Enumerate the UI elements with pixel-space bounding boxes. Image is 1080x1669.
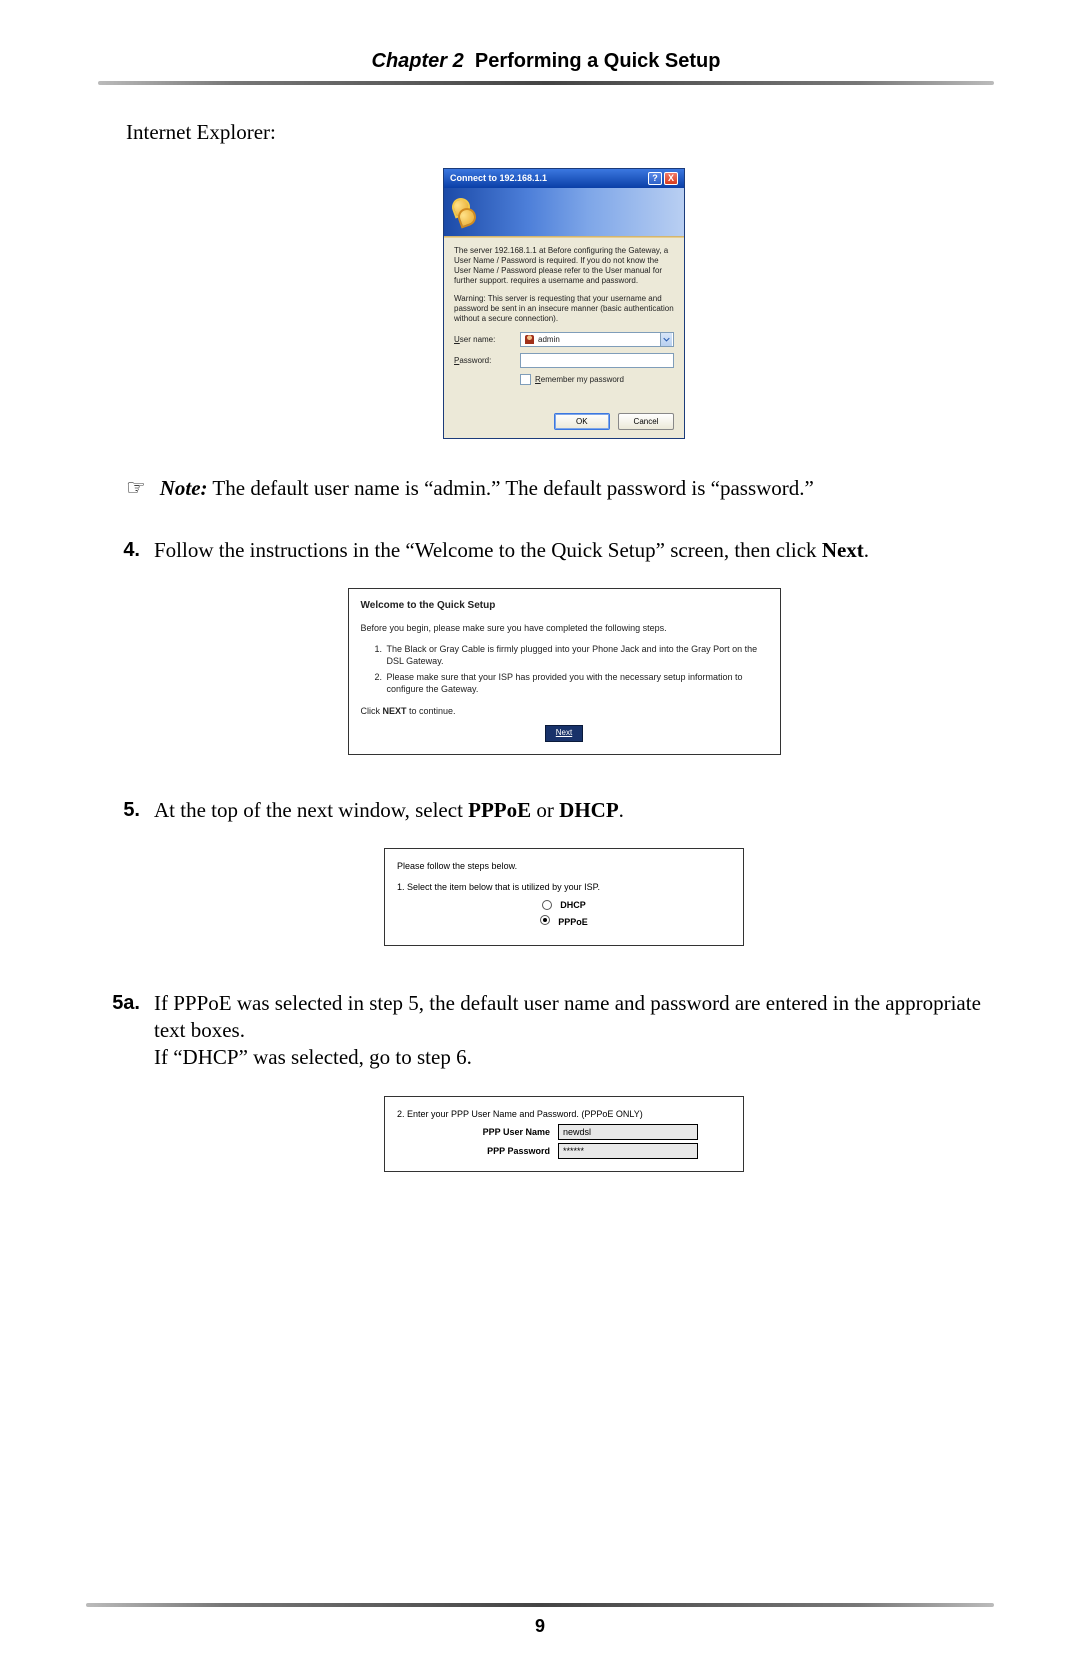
- close-icon[interactable]: X: [664, 172, 678, 185]
- auth-dialog: Connect to 192.168.1.1 ? X The server 19…: [443, 168, 685, 439]
- password-label: Password:: [454, 356, 520, 366]
- chapter-title: Performing a Quick Setup: [475, 50, 721, 72]
- radio-pppoe-row[interactable]: PPPoE: [397, 915, 731, 929]
- ppp-password-label: PPP Password: [430, 1144, 550, 1158]
- page-header: Chapter 2 Performing a Quick Setup: [98, 50, 994, 73]
- auth-message-2: Warning: This server is requesting that …: [454, 294, 674, 324]
- step-5a-text: If PPPoE was selected in step 5, the def…: [154, 990, 994, 1072]
- chevron-down-icon[interactable]: [660, 333, 672, 346]
- person-icon: [525, 335, 534, 344]
- ppp-heading: 2. Enter your PPP User Name and Password…: [397, 1107, 731, 1121]
- isp-lead: Please follow the steps below.: [397, 859, 731, 873]
- step-5a-number: 5a.: [112, 990, 140, 1072]
- radio-pppoe[interactable]: [540, 915, 550, 925]
- username-combo[interactable]: admin: [520, 332, 674, 347]
- remember-checkbox-row[interactable]: Remember my password: [520, 374, 674, 385]
- help-icon[interactable]: ?: [648, 172, 662, 185]
- isp-select-panel: Please follow the steps below. 1. Select…: [384, 848, 744, 946]
- header-divider: [98, 81, 994, 85]
- auth-title-text: Connect to 192.168.1.1: [450, 173, 547, 185]
- step-4-text: Follow the instructions in the “Welcome …: [154, 537, 994, 564]
- username-value: admin: [538, 335, 560, 345]
- footer-divider: [86, 1603, 994, 1607]
- note-block: ☞ Note: The default user name is “admin.…: [126, 475, 994, 502]
- step-5-text: At the top of the next window, select PP…: [154, 797, 994, 824]
- isp-instruction: 1. Select the item below that is utilize…: [397, 880, 731, 894]
- step-5a: 5a. If PPPoE was selected in step 5, the…: [112, 990, 994, 1072]
- radio-dhcp-row[interactable]: DHCP: [397, 898, 731, 912]
- note-text: Note: The default user name is “admin.” …: [160, 475, 814, 502]
- ppp-password-input[interactable]: [558, 1143, 698, 1159]
- step-4-number: 4.: [112, 537, 140, 564]
- auth-banner: [444, 188, 684, 236]
- welcome-intro: Before you begin, please make sure you h…: [361, 622, 768, 634]
- next-button[interactable]: Next: [545, 725, 583, 742]
- ppp-username-input[interactable]: [558, 1124, 698, 1140]
- welcome-item-2: Please make sure that your ISP has provi…: [385, 671, 768, 695]
- ok-button[interactable]: OK: [554, 413, 610, 430]
- ie-label: Internet Explorer:: [126, 119, 994, 146]
- welcome-item-1: The Black or Gray Cable is firmly plugge…: [385, 643, 768, 667]
- radio-dhcp[interactable]: [542, 900, 552, 910]
- cancel-button[interactable]: Cancel: [618, 413, 674, 430]
- ppp-username-label: PPP User Name: [430, 1125, 550, 1139]
- username-label: User name:: [454, 335, 520, 345]
- auth-message-1: The server 192.168.1.1 at Before configu…: [454, 246, 674, 286]
- keys-icon: [452, 198, 476, 226]
- step-4: 4. Follow the instructions in the “Welco…: [112, 537, 994, 564]
- step-5-number: 5.: [112, 797, 140, 824]
- chapter-label: Chapter 2: [372, 50, 464, 72]
- hand-point-icon: ☞: [126, 475, 146, 502]
- welcome-click-line: Click NEXT to continue.: [361, 705, 768, 717]
- ppp-panel: 2. Enter your PPP User Name and Password…: [384, 1096, 744, 1172]
- auth-titlebar: Connect to 192.168.1.1 ? X: [444, 169, 684, 188]
- checkbox-icon[interactable]: [520, 374, 531, 385]
- welcome-title: Welcome to the Quick Setup: [361, 599, 768, 613]
- step-5: 5. At the top of the next window, select…: [112, 797, 994, 824]
- password-input[interactable]: [520, 353, 674, 368]
- page-number: 9: [0, 1616, 1080, 1637]
- welcome-panel: Welcome to the Quick Setup Before you be…: [348, 588, 781, 755]
